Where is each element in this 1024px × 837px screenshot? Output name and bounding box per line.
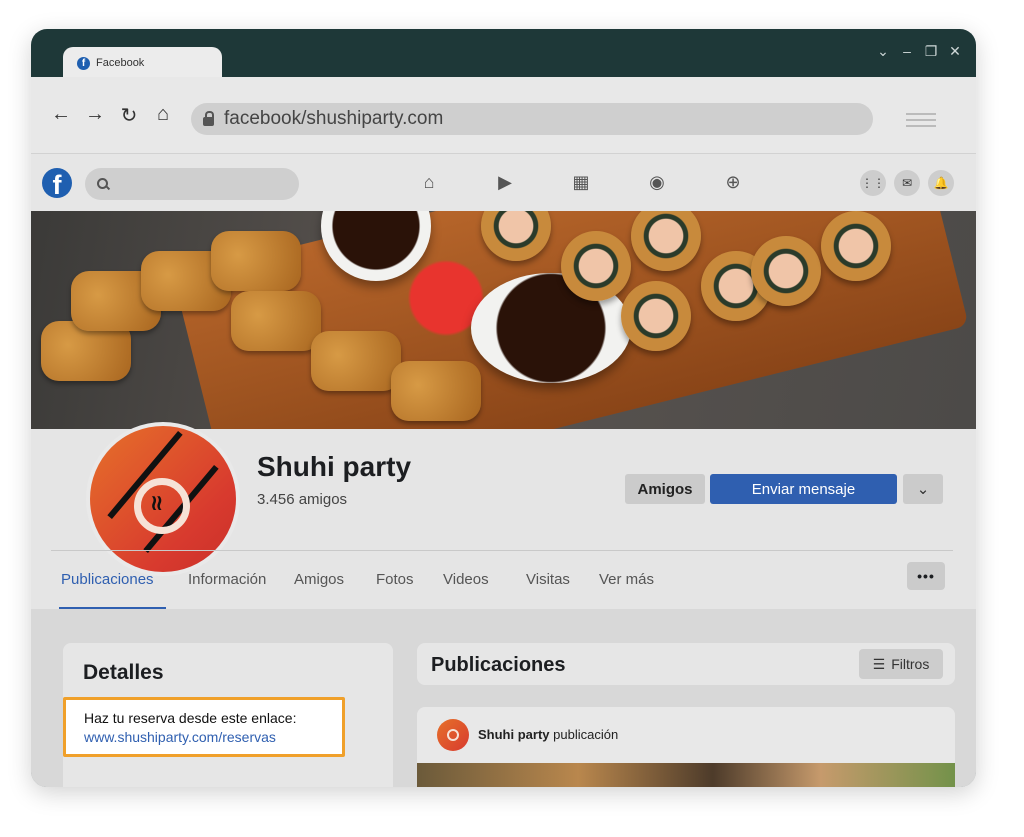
- reservation-text: Haz tu reserva desde este enlace:: [84, 710, 297, 726]
- details-title: Detalles: [83, 661, 164, 684]
- sushi-roll: [751, 236, 821, 306]
- apps-grid-icon[interactable]: ⋮⋮: [860, 170, 886, 196]
- page-title: Shuhi party: [257, 451, 412, 482]
- steam-icon: ≀≀: [150, 490, 163, 515]
- browser-window: f Facebook ⌄ – ❐ ✕ ← → ↻ ⌂ facebook/shus…: [31, 29, 976, 787]
- more-options-button[interactable]: ⌄: [903, 474, 943, 504]
- filters-label: Filtros: [891, 656, 930, 672]
- restore-icon[interactable]: ❐: [924, 43, 938, 60]
- sushi-piece: [391, 361, 481, 421]
- sushi-roll: [561, 231, 631, 301]
- gaming-icon[interactable]: ⊕: [695, 172, 771, 193]
- sushi-piece: [311, 331, 401, 391]
- notifications-icon[interactable]: 🔔: [928, 170, 954, 196]
- reservation-callout: Haz tu reserva desde este enlace: www.sh…: [63, 697, 345, 757]
- post-action: publicación: [553, 727, 619, 742]
- minimize-icon[interactable]: –: [900, 43, 914, 60]
- video-icon[interactable]: ▶: [467, 172, 543, 193]
- tab-visitas[interactable]: Visitas: [526, 571, 570, 588]
- post-header: Shuhi party publicación: [478, 727, 618, 742]
- facebook-favicon-icon: f: [77, 56, 90, 70]
- lock-icon: [203, 110, 214, 126]
- facebook-header: f ⌂ ▶ ▦ ◉ ⊕ ⋮⋮ ✉ 🔔: [31, 154, 976, 212]
- more-dots-button[interactable]: •••: [907, 562, 945, 590]
- sushi-piece: [211, 231, 301, 291]
- marketplace-icon[interactable]: ▦: [543, 172, 619, 193]
- window-controls: ⌄ – ❐ ✕: [876, 43, 962, 60]
- browser-toolbar: ← → ↻ ⌂ facebook/shushiparty.com: [31, 77, 976, 154]
- post-avatar[interactable]: [437, 719, 469, 751]
- address-bar[interactable]: facebook/shushiparty.com: [191, 103, 873, 135]
- posts-header-card: Publicaciones ☰ Filtros: [417, 643, 955, 685]
- back-icon[interactable]: ←: [45, 103, 77, 128]
- friends-count: 3.456 amigos: [257, 491, 348, 508]
- reload-icon[interactable]: ↻: [113, 103, 145, 128]
- home-icon[interactable]: ⌂: [391, 172, 467, 193]
- browser-tab[interactable]: f Facebook: [63, 47, 222, 79]
- cover-photo: [31, 211, 976, 429]
- profile-tabs: Publicaciones Información Amigos Fotos V…: [51, 551, 953, 610]
- home-icon[interactable]: ⌂: [147, 103, 179, 128]
- forward-icon[interactable]: →: [79, 103, 111, 128]
- post-card: Shuhi party publicación: [417, 707, 955, 787]
- groups-icon[interactable]: ◉: [619, 172, 695, 193]
- tab-ver-mas[interactable]: Ver más: [599, 571, 654, 588]
- browser-content: ← → ↻ ⌂ facebook/shushiparty.com f ⌂ ▶ ▦…: [31, 77, 976, 787]
- tab-publicaciones[interactable]: Publicaciones: [59, 571, 166, 610]
- facebook-logo-icon[interactable]: f: [42, 168, 72, 198]
- messenger-icon[interactable]: ✉: [894, 170, 920, 196]
- post-image[interactable]: [417, 763, 955, 787]
- tab-videos[interactable]: Videos: [443, 571, 489, 588]
- tab-fotos[interactable]: Fotos: [376, 571, 414, 588]
- sushi-roll: [621, 281, 691, 351]
- friends-button[interactable]: Amigos: [625, 474, 705, 504]
- reservation-link[interactable]: www.shushiparty.com/reservas: [84, 729, 276, 745]
- filter-icon: ☰: [872, 655, 886, 672]
- tab-informacion[interactable]: Información: [188, 571, 266, 588]
- browser-menu-icon[interactable]: [906, 113, 936, 131]
- posts-title: Publicaciones: [431, 654, 566, 676]
- search-icon: [97, 178, 108, 189]
- facebook-nav: ⌂ ▶ ▦ ◉ ⊕: [391, 172, 771, 193]
- filters-button[interactable]: ☰ Filtros: [859, 649, 943, 679]
- post-author[interactable]: Shuhi party: [478, 727, 550, 742]
- url-text: facebook/shushiparty.com: [224, 108, 444, 129]
- close-icon[interactable]: ✕: [948, 43, 962, 60]
- send-message-button[interactable]: Enviar mensaje: [710, 474, 897, 504]
- header-actions: ⋮⋮ ✉ 🔔: [860, 170, 954, 196]
- tab-title: Facebook: [96, 57, 145, 69]
- tab-amigos[interactable]: Amigos: [294, 571, 344, 588]
- sushi-roll: [821, 211, 891, 281]
- facebook-search-input[interactable]: [85, 168, 299, 200]
- chevron-down-icon[interactable]: ⌄: [876, 43, 890, 60]
- sushi-piece: [231, 291, 321, 351]
